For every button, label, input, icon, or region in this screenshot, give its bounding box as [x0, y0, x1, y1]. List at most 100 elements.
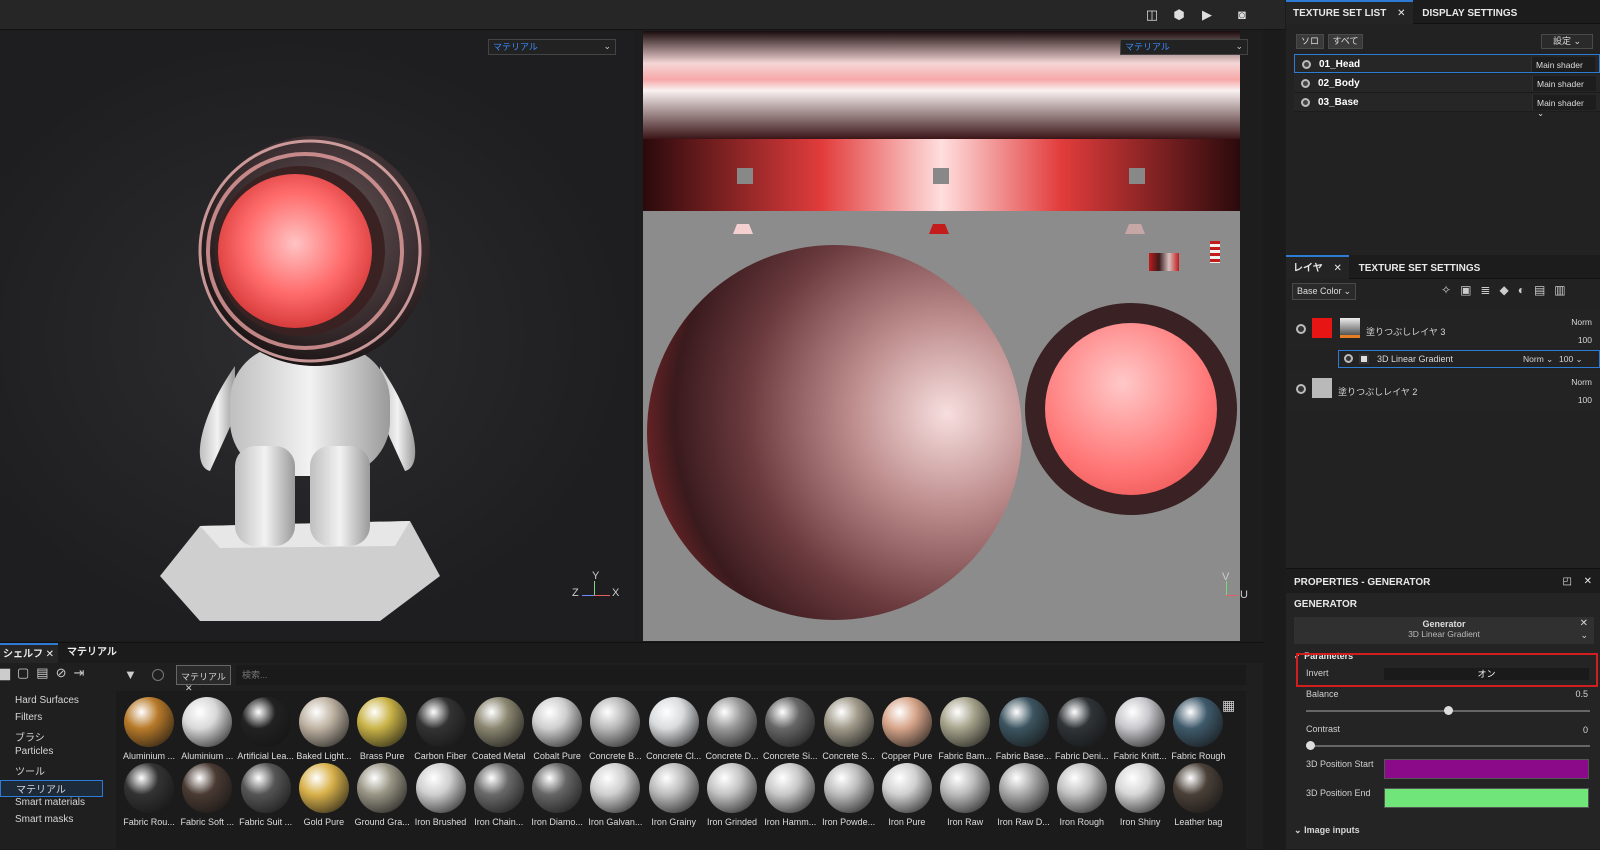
- balance-value[interactable]: 0.5: [1575, 689, 1588, 699]
- material-item[interactable]: Leather bag: [1169, 763, 1227, 833]
- viewport-2d-channel-select[interactable]: マテリアル ⌄: [1120, 39, 1248, 55]
- layer-opacity[interactable]: 100: [1578, 335, 1592, 345]
- material-item[interactable]: Coated Metal: [470, 697, 528, 767]
- material-item[interactable]: Ground Gra...: [353, 763, 411, 833]
- tab-shelf[interactable]: シェルフ ✕: [0, 643, 58, 663]
- camera-icon[interactable]: ◙: [1231, 5, 1253, 25]
- material-item[interactable]: Iron Brushed: [412, 763, 470, 833]
- tab-texture-set-list[interactable]: TEXTURE SET LIST ✕: [1286, 0, 1413, 24]
- material-ball-icon[interactable]: ◐: [1518, 283, 1534, 297]
- texture-set-row[interactable]: 02_Body Main shader ⌄: [1294, 74, 1600, 99]
- visibility-icon[interactable]: [1301, 79, 1310, 88]
- chevron-down-icon[interactable]: ⌄: [1580, 630, 1588, 641]
- contrast-slider[interactable]: [1306, 741, 1590, 750]
- viewport-3d[interactable]: マテリアル ⌄ Y Z X: [0, 31, 636, 641]
- import-icon[interactable]: ⇥: [74, 665, 92, 680]
- layer-blend-mode[interactable]: Norm: [1571, 377, 1592, 387]
- layer-item[interactable]: 塗りつぶしレイヤ 3 Norm 100: [1286, 310, 1600, 350]
- visibility-icon[interactable]: [1301, 98, 1310, 107]
- mask-icon[interactable]: ▣: [1460, 283, 1480, 297]
- material-item[interactable]: Iron Grinded: [703, 763, 761, 833]
- viewport-2d[interactable]: マテリアル ⌄ V U: [637, 31, 1263, 641]
- layers-stack-icon[interactable]: ≣: [1480, 283, 1499, 297]
- material-item[interactable]: Iron Pure: [878, 763, 936, 833]
- all-button[interactable]: すべて: [1328, 34, 1363, 49]
- texture-set-row[interactable]: 03_Base Main shader ⌄: [1294, 93, 1600, 118]
- shader-select[interactable]: Main shader ⌄: [1532, 95, 1596, 118]
- material-item[interactable]: Iron Shiny: [1111, 763, 1169, 833]
- texture-set-row[interactable]: 01_Head Main shader ⌄: [1294, 54, 1600, 80]
- material-item[interactable]: Fabric Suit ...: [237, 763, 295, 833]
- category-item[interactable]: Smart materials: [15, 797, 85, 808]
- tab-material[interactable]: マテリアル: [64, 643, 120, 663]
- material-item[interactable]: Concrete D...: [703, 697, 761, 767]
- position-end-color[interactable]: [1384, 788, 1589, 808]
- trash-icon[interactable]: ▥: [1554, 283, 1574, 297]
- tab-layers[interactable]: レイヤ ✕: [1286, 255, 1349, 279]
- close-icon[interactable]: ✕: [1580, 618, 1588, 629]
- close-icon[interactable]: ✕: [1333, 263, 1341, 274]
- material-item[interactable]: Iron Powde...: [820, 763, 878, 833]
- material-item[interactable]: Copper Pure: [878, 697, 936, 767]
- grid-view-icon[interactable]: ▦: [1222, 697, 1235, 714]
- category-item[interactable]: ブラシ: [15, 729, 45, 744]
- shader-select[interactable]: Main shader ⌄: [1531, 57, 1595, 80]
- material-item[interactable]: Aluminium ...: [178, 697, 236, 767]
- circle-icon[interactable]: [152, 669, 164, 681]
- material-item[interactable]: Iron Chain...: [470, 763, 528, 833]
- layer-opacity[interactable]: 100: [1578, 395, 1592, 405]
- filter-chip[interactable]: マテリアル ✕: [176, 665, 231, 693]
- material-item[interactable]: Fabric Rough: [1169, 697, 1227, 767]
- material-item[interactable]: Fabric Knitt...: [1111, 697, 1169, 767]
- fill-bucket-icon[interactable]: ◆: [1499, 283, 1517, 297]
- effect-blend-mode[interactable]: Norm ⌄: [1523, 354, 1553, 365]
- maximize-icon[interactable]: ◰: [1563, 576, 1572, 587]
- material-item[interactable]: Brass Pure: [353, 697, 411, 767]
- material-item[interactable]: Iron Rough: [1053, 763, 1111, 833]
- material-item[interactable]: Aluminium ...: [120, 697, 178, 767]
- search-input[interactable]: [236, 665, 1246, 685]
- material-item[interactable]: Concrete Si...: [761, 697, 819, 767]
- magic-wand-icon[interactable]: ✧: [1441, 283, 1460, 297]
- position-start-color[interactable]: [1384, 759, 1589, 779]
- material-item[interactable]: Iron Galvan...: [586, 763, 644, 833]
- effect-item[interactable]: 3D Linear Gradient Norm ⌄ 100 ⌄: [1338, 350, 1600, 368]
- folder-add-icon[interactable]: ▤: [1534, 283, 1554, 297]
- visibility-icon[interactable]: [1296, 384, 1306, 394]
- close-icon[interactable]: ✕: [46, 645, 54, 665]
- material-item[interactable]: Iron Raw: [936, 763, 994, 833]
- visibility-icon[interactable]: [1302, 60, 1311, 69]
- category-item[interactable]: Particles: [15, 746, 53, 757]
- material-item[interactable]: Fabric Soft ...: [178, 763, 236, 833]
- material-item[interactable]: Concrete B...: [586, 697, 644, 767]
- category-item[interactable]: マテリアル: [0, 780, 103, 797]
- close-icon[interactable]: ✕: [1397, 8, 1405, 19]
- close-icon[interactable]: ✕: [1584, 576, 1592, 587]
- contrast-value[interactable]: 0: [1583, 725, 1588, 735]
- material-item[interactable]: Fabric Base...: [995, 697, 1053, 767]
- balance-slider-knob[interactable]: [1443, 706, 1453, 715]
- tab-display-settings[interactable]: DISPLAY SETTINGS: [1415, 2, 1524, 26]
- hide-icon[interactable]: ⊘: [56, 665, 74, 680]
- invert-toggle[interactable]: オン: [1384, 668, 1589, 680]
- video-camera-icon[interactable]: ▶: [1196, 5, 1218, 25]
- cube-icon[interactable]: ⬢: [1168, 5, 1190, 25]
- material-item[interactable]: Concrete S...: [820, 697, 878, 767]
- viewport-3d-channel-select[interactable]: マテリアル ⌄: [488, 39, 616, 55]
- solo-button[interactable]: ソロ: [1296, 34, 1324, 49]
- material-item[interactable]: Carbon Fiber: [412, 697, 470, 767]
- layer-item[interactable]: 塗りつぶしレイヤ 2 Norm 100: [1286, 370, 1600, 410]
- category-item[interactable]: Filters: [15, 712, 42, 723]
- material-item[interactable]: Cobalt Pure: [528, 697, 586, 767]
- shader-select[interactable]: Main shader ⌄: [1532, 76, 1596, 99]
- material-item[interactable]: Iron Diamo...: [528, 763, 586, 833]
- visibility-icon[interactable]: [1344, 354, 1353, 363]
- category-item[interactable]: Hard Surfaces: [15, 695, 79, 706]
- save-icon[interactable]: ▤: [36, 665, 55, 680]
- layer-blend-mode[interactable]: Norm: [1571, 317, 1592, 327]
- visibility-icon[interactable]: [1296, 324, 1306, 334]
- folder-icon[interactable]: ▆: [0, 665, 17, 680]
- contrast-slider-knob[interactable]: [1306, 741, 1315, 750]
- category-item[interactable]: Smart masks: [15, 814, 73, 825]
- category-item[interactable]: ツール: [15, 763, 45, 778]
